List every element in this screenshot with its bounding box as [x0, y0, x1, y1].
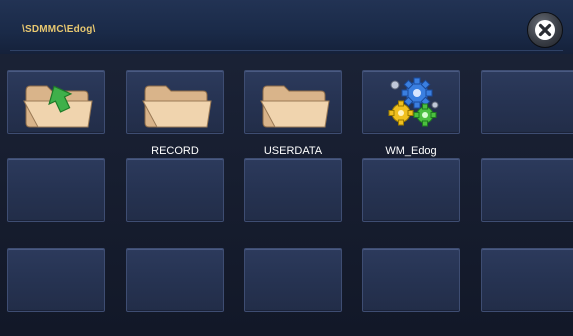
current-path: \SDMMC\Edog\	[22, 24, 96, 35]
app-wm-edog-tile[interactable]	[362, 70, 460, 134]
empty-tile[interactable]	[244, 158, 342, 222]
empty-tile[interactable]	[481, 158, 573, 222]
close-icon	[535, 20, 555, 40]
app-wm-edog-label: WM_Edog	[385, 145, 437, 157]
header-divider	[10, 50, 563, 51]
file-browser-screen: \SDMMC\Edog\ RECORD USERDATA WM_Edog	[0, 0, 573, 336]
folder-userdata-tile[interactable]	[244, 70, 342, 134]
empty-tile[interactable]	[481, 248, 573, 312]
empty-tile[interactable]	[362, 248, 460, 312]
folder-record-label: RECORD	[151, 145, 199, 157]
folder-icon	[260, 85, 330, 128]
empty-tile[interactable]	[481, 70, 573, 134]
folder-userdata-label: USERDATA	[263, 145, 323, 157]
empty-tile[interactable]	[126, 248, 224, 312]
close-button[interactable]	[527, 12, 563, 48]
empty-tile[interactable]	[7, 248, 105, 312]
folder-icon	[142, 85, 212, 128]
folder-record-tile[interactable]	[126, 70, 224, 134]
folder-up-icon	[23, 85, 93, 128]
empty-tile[interactable]	[244, 248, 342, 312]
empty-tile[interactable]	[7, 158, 105, 222]
folder-up-tile[interactable]	[7, 70, 105, 134]
empty-tile[interactable]	[362, 158, 460, 222]
gears-app-icon	[388, 77, 439, 127]
empty-tile[interactable]	[126, 158, 224, 222]
